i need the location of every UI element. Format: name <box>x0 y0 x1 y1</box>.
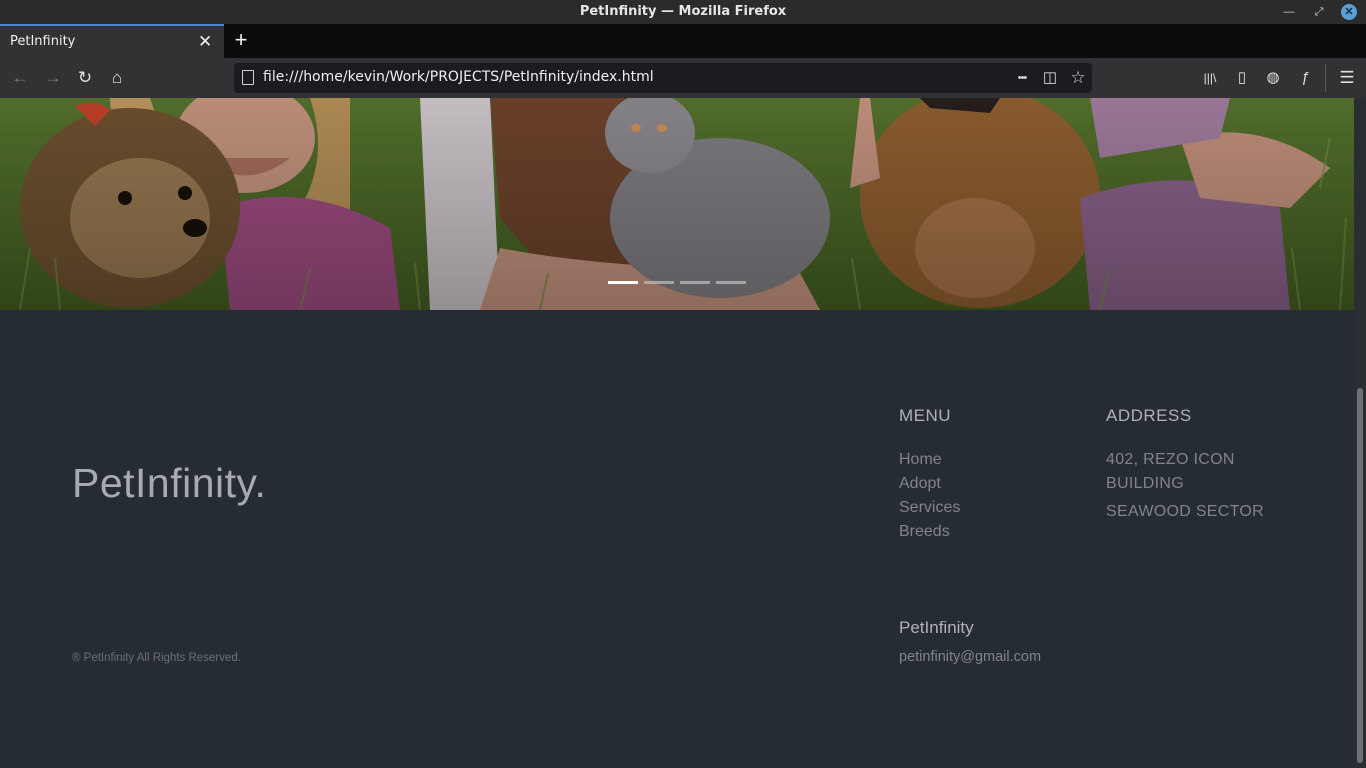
new-tab-button[interactable]: + <box>230 27 252 53</box>
pocket-icon[interactable]: ◫ <box>1040 68 1060 88</box>
site-footer: PetInfinity. ® PetInfinity All Rights Re… <box>0 310 1354 768</box>
window-title: PetInfinity — Mozilla Firefox <box>579 4 787 19</box>
carousel-indicator-4[interactable] <box>716 281 746 284</box>
toolbar-separator <box>1325 64 1326 92</box>
window-titlebar: PetInfinity — Mozilla Firefox — ⤢ ✕ <box>0 0 1366 24</box>
page-scrollbar[interactable] <box>1354 98 1366 768</box>
sidebar-icon[interactable]: ▯ <box>1231 67 1253 89</box>
navigation-toolbar: ← → ↻ ⌂ file:///home/kevin/Work/PROJECTS… <box>0 58 1366 98</box>
back-button[interactable]: ← <box>7 65 33 91</box>
address-line-1: 402, REZO ICON <box>1106 451 1235 468</box>
page-content: PetInfinity. ® PetInfinity All Rights Re… <box>0 98 1354 768</box>
address-line-2: BUILDING <box>1106 475 1184 492</box>
page-actions-icon[interactable]: ••• <box>1012 68 1032 88</box>
footer-link-home[interactable]: Home <box>899 451 942 469</box>
home-button[interactable]: ⌂ <box>104 65 130 91</box>
forward-button[interactable]: → <box>40 65 66 91</box>
copyright-text: ® PetInfinity All Rights Reserved. <box>72 652 241 664</box>
menu-heading: MENU <box>899 406 952 425</box>
hero-carousel[interactable] <box>0 98 1354 310</box>
url-text[interactable]: file:///home/kevin/Work/PROJECTS/PetInfi… <box>263 69 654 85</box>
url-bar[interactable]: file:///home/kevin/Work/PROJECTS/PetInfi… <box>234 63 1092 93</box>
globe-icon[interactable]: ◍ <box>1262 67 1284 89</box>
maximize-button[interactable]: ⤢ <box>1311 4 1327 20</box>
library-icon[interactable]: |||\ <box>1199 67 1221 89</box>
tab-bar: PetInfinity ✕ + <box>0 24 1366 58</box>
bookmark-star-icon[interactable]: ☆ <box>1068 68 1088 88</box>
carousel-indicator-3[interactable] <box>680 281 710 284</box>
hamburger-menu-icon[interactable]: ☰ <box>1336 67 1358 89</box>
page-icon <box>242 70 254 85</box>
reload-button[interactable]: ↻ <box>72 65 98 91</box>
minimize-button[interactable]: — <box>1281 4 1297 20</box>
footer-link-adopt[interactable]: Adopt <box>899 475 941 493</box>
close-window-button[interactable]: ✕ <box>1341 4 1357 20</box>
contact-email-link[interactable]: petinfinity@gmail.com <box>899 649 1041 665</box>
carousel-indicator-1[interactable] <box>608 281 638 284</box>
close-tab-icon[interactable]: ✕ <box>198 32 212 52</box>
carousel-indicator-2[interactable] <box>644 281 674 284</box>
address-line-3: SEAWOOD SECTOR <box>1106 503 1264 520</box>
tab-petinfinity[interactable]: PetInfinity ✕ <box>0 24 224 58</box>
footer-link-breeds[interactable]: Breeds <box>899 523 950 541</box>
tab-label: PetInfinity <box>10 34 76 49</box>
contact-name: PetInfinity <box>899 618 974 637</box>
footer-link-services[interactable]: Services <box>899 499 960 517</box>
extension-icon[interactable]: ƒ <box>1294 67 1316 89</box>
footer-brand: PetInfinity. <box>72 460 267 506</box>
hero-photo <box>0 98 1354 310</box>
address-heading: ADDRESS <box>1106 406 1192 425</box>
scrollbar-thumb[interactable] <box>1357 388 1363 763</box>
